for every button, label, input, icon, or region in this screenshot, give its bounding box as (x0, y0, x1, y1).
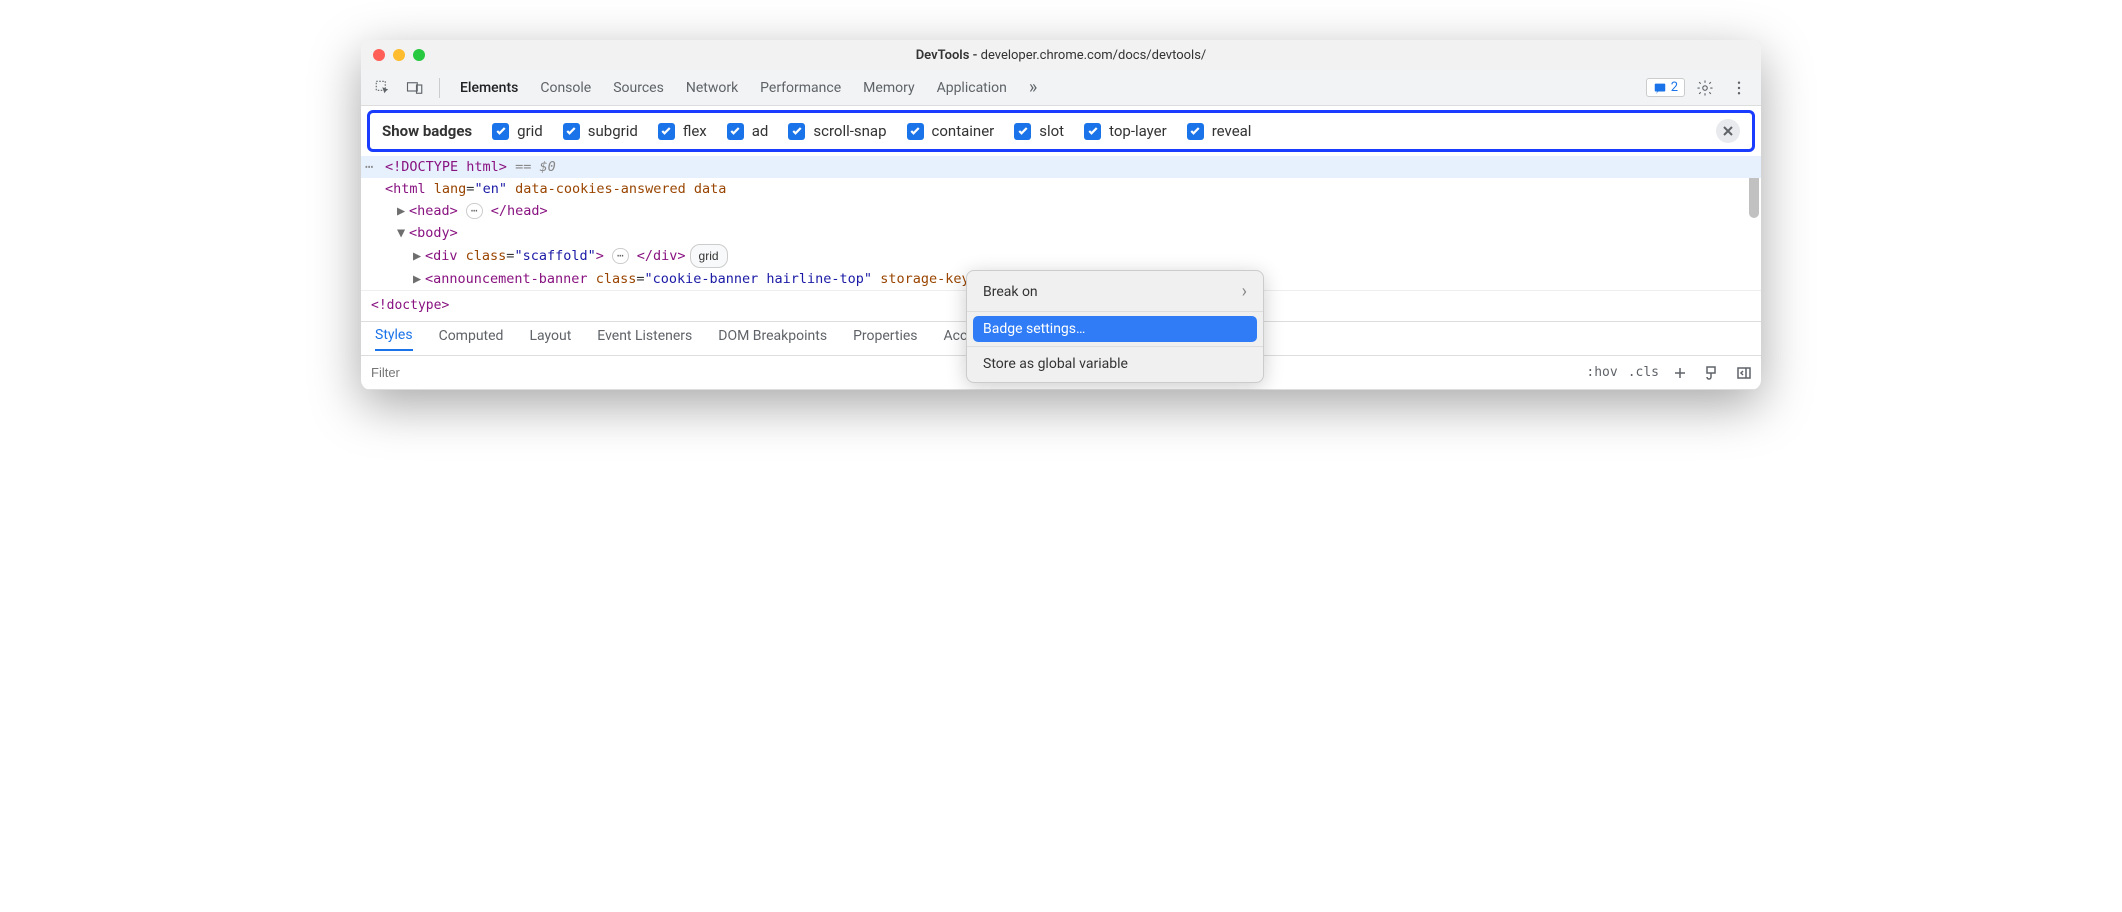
tab-dom-breakpoints[interactable]: DOM Breakpoints (718, 328, 827, 350)
toggle-sidebar-icon[interactable] (1733, 362, 1755, 384)
expand-arrow-icon[interactable]: ▶ (413, 245, 425, 267)
badge-label: reveal (1212, 122, 1252, 140)
tab-sources[interactable]: Sources (613, 80, 664, 96)
tab-properties[interactable]: Properties (853, 328, 917, 350)
separator (439, 78, 440, 98)
expand-arrow-icon[interactable]: ▶ (413, 268, 425, 290)
tab-event-listeners[interactable]: Event Listeners (597, 328, 692, 350)
dom-node-doctype[interactable]: <!DOCTYPE html> == $0 (361, 156, 1761, 178)
grid-badge[interactable]: grid (690, 244, 728, 268)
badge-label: subgrid (588, 122, 638, 140)
badge-label: scroll-snap (813, 122, 886, 140)
close-badges-icon[interactable] (1716, 119, 1740, 143)
ctx-store-global[interactable]: Store as global variable (967, 351, 1263, 377)
badge-label: flex (683, 122, 707, 140)
checkbox-checked-icon (907, 123, 924, 140)
filter-controls: :hov .cls (1586, 362, 1755, 384)
title-prefix: DevTools - (916, 48, 981, 63)
devtools-window: DevTools - developer.chrome.com/docs/dev… (361, 40, 1761, 390)
checkbox-checked-icon (563, 123, 580, 140)
tab-performance[interactable]: Performance (760, 80, 841, 96)
titlebar: DevTools - developer.chrome.com/docs/dev… (361, 40, 1761, 70)
title-url: developer.chrome.com/docs/devtools/ (981, 48, 1207, 63)
traffic-lights (373, 49, 425, 61)
badge-label: ad (752, 122, 769, 140)
badge-checkbox-scroll-snap[interactable]: scroll-snap (788, 122, 886, 140)
ctx-break-on[interactable]: Break on (967, 276, 1263, 307)
close-window-icon[interactable] (373, 49, 385, 61)
device-toolbar-icon[interactable] (401, 74, 429, 102)
badge-checkbox-grid[interactable]: grid (492, 122, 543, 140)
new-style-rule-icon[interactable] (1669, 362, 1691, 384)
inspect-element-icon[interactable] (369, 74, 397, 102)
doctype-tag: <!DOCTYPE html> (385, 159, 507, 175)
dom-node-html[interactable]: <html lang="en" data-cookies-answered da… (361, 178, 1761, 200)
kebab-menu-icon[interactable] (1725, 74, 1753, 102)
checkbox-checked-icon (1014, 123, 1031, 140)
main-toolbar: Elements Console Sources Network Perform… (361, 70, 1761, 106)
context-menu: Break on Badge settings… Store as global… (966, 270, 1264, 383)
badge-label: top-layer (1109, 122, 1167, 140)
badge-checkbox-container[interactable]: container (907, 122, 995, 140)
paint-brush-icon[interactable] (1701, 362, 1723, 384)
badge-checkbox-flex[interactable]: flex (658, 122, 707, 140)
badge-checkbox-top-layer[interactable]: top-layer (1084, 122, 1167, 140)
tab-console[interactable]: Console (540, 80, 591, 96)
badge-label: slot (1039, 122, 1064, 140)
badge-checkbox-reveal[interactable]: reveal (1187, 122, 1252, 140)
expand-arrow-icon[interactable]: ▶ (397, 200, 409, 222)
tab-computed[interactable]: Computed (439, 328, 504, 350)
separator (967, 346, 1263, 347)
checkbox-checked-icon (1187, 123, 1204, 140)
ctx-label: Store as global variable (983, 356, 1128, 372)
checkbox-checked-icon (658, 123, 675, 140)
checkbox-checked-icon (727, 123, 744, 140)
selected-indicator: == $0 (515, 159, 556, 175)
badge-label: container (932, 122, 995, 140)
separator (967, 311, 1263, 312)
ctx-label: Badge settings… (983, 321, 1085, 337)
ctx-label: Break on (983, 284, 1038, 300)
toolbar-right: 2 (1646, 74, 1753, 102)
collapse-arrow-icon[interactable]: ▼ (397, 222, 409, 244)
tab-elements[interactable]: Elements (460, 80, 518, 96)
minimize-window-icon[interactable] (393, 49, 405, 61)
more-tabs-icon[interactable]: » (1029, 77, 1037, 98)
tab-memory[interactable]: Memory (863, 80, 914, 96)
window-title: DevTools - developer.chrome.com/docs/dev… (373, 48, 1749, 63)
ellipsis-icon[interactable]: ⋯ (466, 203, 483, 219)
tab-layout[interactable]: Layout (529, 328, 571, 350)
badge-checkbox-slot[interactable]: slot (1014, 122, 1064, 140)
badges-title: Show badges (382, 122, 472, 140)
issues-icon (1653, 81, 1667, 95)
chevron-right-icon (1242, 281, 1247, 302)
badge-label: grid (517, 122, 543, 140)
panel-tabs: Elements Console Sources Network Perform… (460, 70, 1642, 105)
dom-node-body[interactable]: ▼<body> (361, 222, 1761, 244)
dom-node-div-scaffold[interactable]: ▶<div class="scaffold"> ⋯ </div>grid (361, 244, 1761, 268)
issues-button[interactable]: 2 (1646, 78, 1685, 97)
maximize-window-icon[interactable] (413, 49, 425, 61)
issues-count: 2 (1671, 80, 1678, 95)
badge-checkbox-subgrid[interactable]: subgrid (563, 122, 638, 140)
settings-icon[interactable] (1691, 74, 1719, 102)
dom-node-head[interactable]: ▶<head> ⋯ </head> (361, 200, 1761, 222)
tab-styles[interactable]: Styles (375, 327, 413, 351)
tab-network[interactable]: Network (686, 80, 738, 96)
checkbox-checked-icon (788, 123, 805, 140)
ellipsis-icon[interactable]: ⋯ (612, 248, 629, 264)
checkbox-checked-icon (1084, 123, 1101, 140)
hov-button[interactable]: :hov (1586, 365, 1617, 380)
badges-bar: Show badges grid subgrid flex ad scroll-… (367, 110, 1755, 152)
ctx-badge-settings[interactable]: Badge settings… (973, 316, 1257, 342)
cls-button[interactable]: .cls (1628, 365, 1659, 380)
tab-application[interactable]: Application (937, 80, 1007, 96)
badge-checkbox-ad[interactable]: ad (727, 122, 769, 140)
checkbox-checked-icon (492, 123, 509, 140)
